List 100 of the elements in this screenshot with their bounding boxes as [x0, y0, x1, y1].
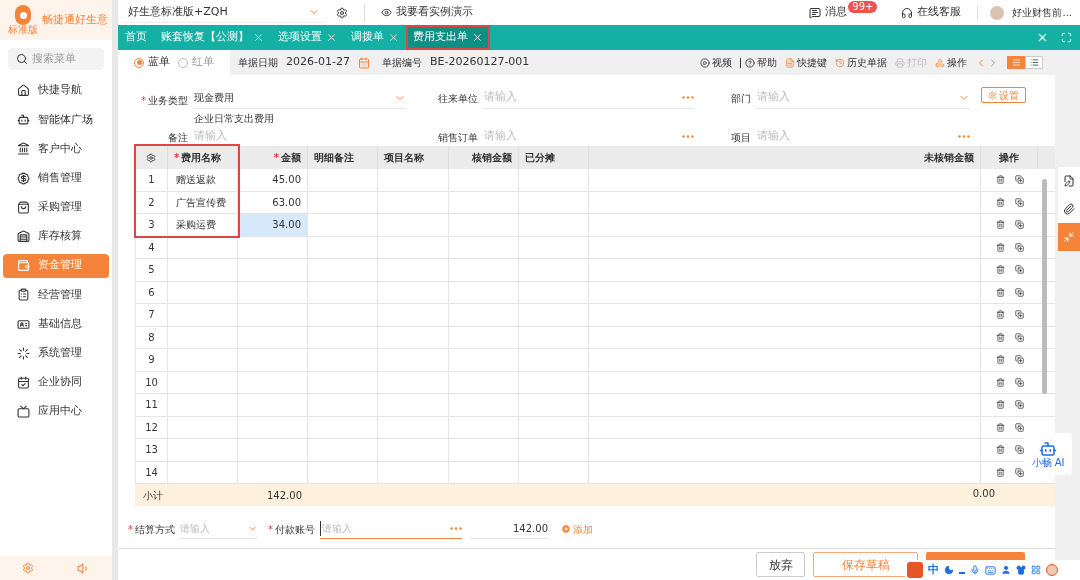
row-number: 12	[135, 416, 168, 438]
delete-icon[interactable]	[995, 242, 1005, 252]
detail-view-button[interactable]	[1025, 56, 1043, 69]
column-header: 核销金额	[449, 146, 519, 169]
sidebar-item[interactable]: 采购管理	[3, 195, 109, 220]
settings-icon[interactable]	[336, 6, 348, 19]
copy-row-icon[interactable]	[1014, 377, 1024, 387]
toolbar-button[interactable]: 操作	[935, 55, 967, 70]
close-icon[interactable]	[253, 32, 264, 43]
sidebar-item[interactable]: 销售管理	[3, 166, 109, 191]
paperclip-icon	[1063, 203, 1075, 215]
delete-icon[interactable]	[995, 400, 1005, 410]
user-name[interactable]: 好业财售前...	[1012, 5, 1072, 20]
copy-row-icon[interactable]	[1014, 400, 1024, 410]
table-cell[interactable]: 34.00	[238, 214, 308, 236]
sidebar-item[interactable]: 经营管理	[3, 282, 109, 307]
toolbar-button[interactable]: 帮助	[745, 55, 777, 70]
close-icon[interactable]	[1036, 31, 1049, 44]
toolbar-button[interactable]: 视频	[700, 55, 732, 70]
form-edit-button[interactable]	[1058, 167, 1080, 195]
row-number: 8	[135, 326, 168, 348]
toolbar-button[interactable]: 快捷键	[785, 55, 827, 70]
user-icon[interactable]	[1001, 565, 1011, 575]
fullscreen-icon[interactable]	[1061, 32, 1072, 43]
sidebar-item[interactable]: 快捷导航	[3, 78, 109, 103]
sidebar-item[interactable]: 客户中心	[3, 136, 109, 161]
copy-row-icon[interactable]	[1014, 422, 1024, 432]
subtotal-unsettled: 0.00	[972, 487, 995, 501]
support-link[interactable]: 在线客服	[901, 4, 962, 21]
sidebar-item[interactable]: 基础信息	[3, 312, 109, 337]
sidebar-item[interactable]: 应用中心	[3, 399, 109, 424]
logo-icon	[15, 5, 31, 25]
delete-icon[interactable]	[995, 355, 1005, 365]
toolbar-button[interactable]: 历史单据	[835, 55, 887, 70]
delete-icon[interactable]	[995, 467, 1005, 477]
discard-button[interactable]: 放弃	[756, 552, 805, 577]
sidebar-item[interactable]: 企业协同	[3, 370, 109, 395]
shirt-icon[interactable]	[1016, 565, 1026, 575]
input-mode[interactable]: 中	[928, 561, 939, 579]
column-settings-icon[interactable]	[146, 152, 156, 163]
delete-icon[interactable]	[995, 175, 1005, 185]
copy-row-icon[interactable]	[1014, 242, 1024, 252]
delete-icon[interactable]	[995, 287, 1005, 297]
radio-option[interactable]: 蓝单	[134, 54, 170, 71]
copy-row-icon[interactable]	[1014, 310, 1024, 320]
type-description: 企业日常支出费用	[194, 112, 275, 126]
copy-row-icon[interactable]	[1014, 445, 1024, 455]
keyboard-icon[interactable]	[985, 564, 996, 576]
delete-icon[interactable]	[995, 445, 1005, 455]
more-icon[interactable]	[682, 96, 694, 99]
delete-icon[interactable]	[995, 310, 1005, 320]
sidebar-item[interactable]: 系统管理	[3, 341, 109, 366]
column-header: 明细备注	[308, 146, 378, 169]
copy-row-icon[interactable]	[1014, 220, 1024, 230]
field-label: 部门	[730, 91, 751, 106]
copy-row-icon[interactable]	[1014, 265, 1024, 275]
grid-icon[interactable]	[1031, 565, 1041, 575]
table-cell[interactable]: 63.00	[238, 191, 308, 213]
delete-icon[interactable]	[995, 377, 1005, 387]
messages-button[interactable]: 消息	[809, 4, 848, 21]
table-cell: 赠送返款	[168, 169, 238, 191]
date-value[interactable]: 2026-01-27	[286, 54, 350, 71]
copy-row-icon[interactable]	[1014, 467, 1024, 477]
row-number: 3	[135, 214, 168, 236]
close-icon[interactable]	[472, 32, 483, 43]
delete-icon[interactable]	[995, 332, 1005, 342]
copy-row-icon[interactable]	[1014, 287, 1024, 297]
field-label: * 业务类型	[140, 94, 188, 108]
close-icon[interactable]	[326, 32, 337, 43]
column-header: * 金额	[238, 146, 308, 169]
account-select[interactable]: 好生意标准版+ZQH	[124, 2, 324, 23]
select-field[interactable]: 现金费用	[194, 87, 406, 109]
field-label: * 付款账号	[268, 522, 315, 537]
copy-row-icon[interactable]	[1014, 175, 1024, 185]
amount-field[interactable]: 142.00	[470, 519, 548, 539]
delete-icon[interactable]	[995, 422, 1005, 432]
ai-assistant-button[interactable]: 小畅 AI	[1024, 433, 1072, 475]
field-label: 单据编号	[381, 56, 422, 70]
tab[interactable]: 费用支出单	[406, 25, 490, 50]
close-icon[interactable]	[388, 32, 399, 43]
list-icon	[1029, 58, 1039, 67]
delete-icon[interactable]	[995, 265, 1005, 275]
more-icon[interactable]	[958, 135, 970, 138]
copy-row-icon[interactable]	[1014, 355, 1024, 365]
attachment-button[interactable]	[1058, 195, 1080, 223]
delete-icon[interactable]	[995, 197, 1005, 207]
sidebar-item[interactable]: 库存核算	[3, 224, 109, 249]
demo-link[interactable]: 我要看实例演示	[381, 4, 473, 21]
microphone-icon[interactable]	[970, 565, 980, 575]
copy-row-icon[interactable]	[1014, 197, 1024, 207]
calendar-icon[interactable]	[357, 56, 370, 69]
table-cell[interactable]: 45.00	[238, 169, 308, 191]
moon-icon[interactable]	[944, 565, 954, 575]
toolbar-icon	[835, 57, 845, 68]
copy-row-icon[interactable]	[1014, 332, 1024, 342]
more-icon[interactable]	[682, 135, 694, 138]
more-icon[interactable]	[450, 527, 462, 530]
avatar-icon[interactable]	[1046, 564, 1058, 576]
sidebar-item[interactable]: 智能体广场	[3, 107, 109, 132]
delete-icon[interactable]	[995, 220, 1005, 230]
